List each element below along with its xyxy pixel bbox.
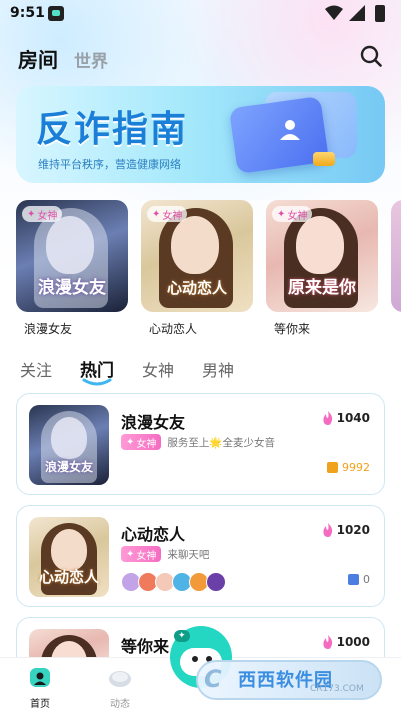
- cover-overlay-text: 浪漫女友: [38, 278, 106, 298]
- tab-hot[interactable]: 热门: [80, 356, 114, 386]
- portrait-face: [171, 216, 219, 274]
- goddess-badge: ✦ 女神: [272, 206, 313, 222]
- listener-count-icon: [348, 574, 359, 585]
- room-cover-image: 浪漫女友: [29, 405, 109, 485]
- watermark-logo-icon: C: [204, 665, 222, 693]
- goddess-badge: ✦ 女神: [22, 206, 63, 222]
- top-tabs: 房间 世界: [18, 44, 108, 73]
- badge-label: 女神: [287, 210, 308, 222]
- nav-moments-label: 动态: [110, 699, 130, 710]
- category-tabs: 关注 热门 女神 男神: [20, 356, 234, 386]
- moments-icon: [109, 671, 131, 687]
- badge-label: 女神: [37, 210, 58, 222]
- badge-label: 女神: [162, 210, 183, 222]
- room-list-item[interactable]: 浪漫女友 浪漫女友 ✦ 女神 服务至上🌟全麦少女音 1040 9992: [16, 393, 385, 495]
- wifi-icon: [325, 5, 343, 20]
- user-id-icon: [280, 120, 300, 140]
- room-cover-image: ✦ 女神 浪漫女友: [16, 200, 128, 312]
- status-time: 9:51: [10, 5, 45, 21]
- mascot-eye: [192, 656, 198, 662]
- app-notification-icon: [48, 6, 64, 21]
- home-icon: [30, 668, 50, 687]
- watermark-url: CR173.COM: [310, 684, 364, 694]
- room-cover-image: [391, 200, 401, 312]
- room-title: 心动恋人: [121, 525, 186, 544]
- room-title: 等你来: [121, 637, 170, 656]
- tab-following[interactable]: 关注: [20, 357, 52, 381]
- tab-rooms[interactable]: 房间: [18, 44, 58, 73]
- room-heat: 1020: [322, 523, 370, 537]
- status-bar: 9:51: [0, 0, 401, 28]
- cover-overlay-text: 心动恋人: [166, 279, 227, 297]
- tab-god[interactable]: 男神: [202, 357, 234, 381]
- flame-icon: [323, 523, 332, 537]
- featured-room-name: 浪漫女友: [24, 322, 73, 336]
- room-list-item[interactable]: 心动恋人 心动恋人 ✦ 女神 来聊天吧 1020 0: [16, 505, 385, 607]
- room-description: 服务至上🌟全麦少女音: [167, 436, 275, 449]
- banner-title: 反诈指南: [36, 109, 189, 150]
- portrait-face: [51, 529, 87, 571]
- featured-room-card[interactable]: ✦ 女神 原来是你 等你来: [266, 200, 378, 337]
- goddess-badge: ✦ 女神: [121, 546, 162, 562]
- search-icon[interactable]: [359, 44, 383, 68]
- watermark: C 西西软件园 CR173.COM: [196, 660, 382, 700]
- portrait-face: [51, 417, 87, 459]
- nav-moments[interactable]: 动态: [90, 664, 150, 710]
- featured-room-card[interactable]: ✦ 女神 浪漫女友 浪漫女友: [16, 200, 128, 337]
- portrait-face: [46, 216, 94, 274]
- goddess-badge: ✦ 女神: [147, 206, 188, 222]
- cover-overlay-text: 原来是你: [288, 278, 356, 298]
- cover-overlay-text: 心动恋人: [38, 568, 99, 586]
- featured-room-card[interactable]: ✦ 女神 心动恋人 心动恋人: [141, 200, 253, 337]
- featured-room-name: 等你来: [274, 322, 311, 336]
- avatar[interactable]: [206, 572, 226, 592]
- nav-home-label: 首页: [30, 699, 50, 710]
- room-title: 浪漫女友: [121, 413, 186, 432]
- room-cover-image: 心动恋人: [29, 517, 109, 597]
- featured-room-card-partial[interactable]: [391, 200, 401, 312]
- room-heat: 1000: [322, 635, 370, 649]
- room-description: 来聊天吧: [167, 548, 210, 561]
- heat-value: 1040: [336, 411, 370, 425]
- room-cover-image: ✦ 女神 原来是你: [266, 200, 378, 312]
- nav-home[interactable]: 首页: [10, 664, 70, 710]
- featured-room-name: 心动恋人: [149, 322, 198, 336]
- active-tab-indicator: [82, 378, 112, 386]
- badge-label: 女神: [136, 438, 157, 450]
- room-listener-count: 9992: [327, 461, 370, 474]
- count-value: 0: [363, 573, 370, 586]
- heat-value: 1000: [336, 635, 370, 649]
- tab-goddess[interactable]: 女神: [142, 357, 174, 381]
- banner-subtitle: 维持平台秩序，营造健康网络: [38, 158, 181, 171]
- listener-count-icon: [327, 462, 338, 473]
- room-cover-image: ✦ 女神 心动恋人: [141, 200, 253, 312]
- tab-world[interactable]: 世界: [74, 47, 108, 72]
- room-heat: 1040: [322, 411, 370, 425]
- flame-icon: [323, 411, 332, 425]
- portrait-face: [296, 216, 344, 274]
- cover-overlay-text: 浪漫女友: [44, 460, 93, 474]
- room-tags: ✦ 女神 来聊天吧: [121, 546, 209, 562]
- battery-icon: [375, 5, 385, 22]
- anti-fraud-banner[interactable]: 反诈指南 维持平台秩序，营造健康网络: [16, 86, 385, 183]
- room-tags: ✦ 女神 服务至上🌟全麦少女音: [121, 434, 275, 450]
- badge-label: 女神: [136, 550, 157, 562]
- mascot-tag-icon: ✦: [174, 630, 190, 642]
- count-value: 9992: [342, 461, 370, 474]
- flame-icon: [323, 635, 332, 649]
- room-listener-count: 0: [348, 573, 370, 586]
- heat-value: 1020: [336, 523, 370, 537]
- signal-icon: [349, 5, 365, 21]
- member-avatars: [121, 572, 226, 592]
- featured-rooms: ✦ 女神 浪漫女友 浪漫女友 ✦ 女神 心动恋人 心动恋人 ✦ 女神 原来是你 等你来: [16, 200, 401, 340]
- coin-stack-graphic: [313, 152, 335, 166]
- goddess-badge: ✦ 女神: [121, 434, 162, 450]
